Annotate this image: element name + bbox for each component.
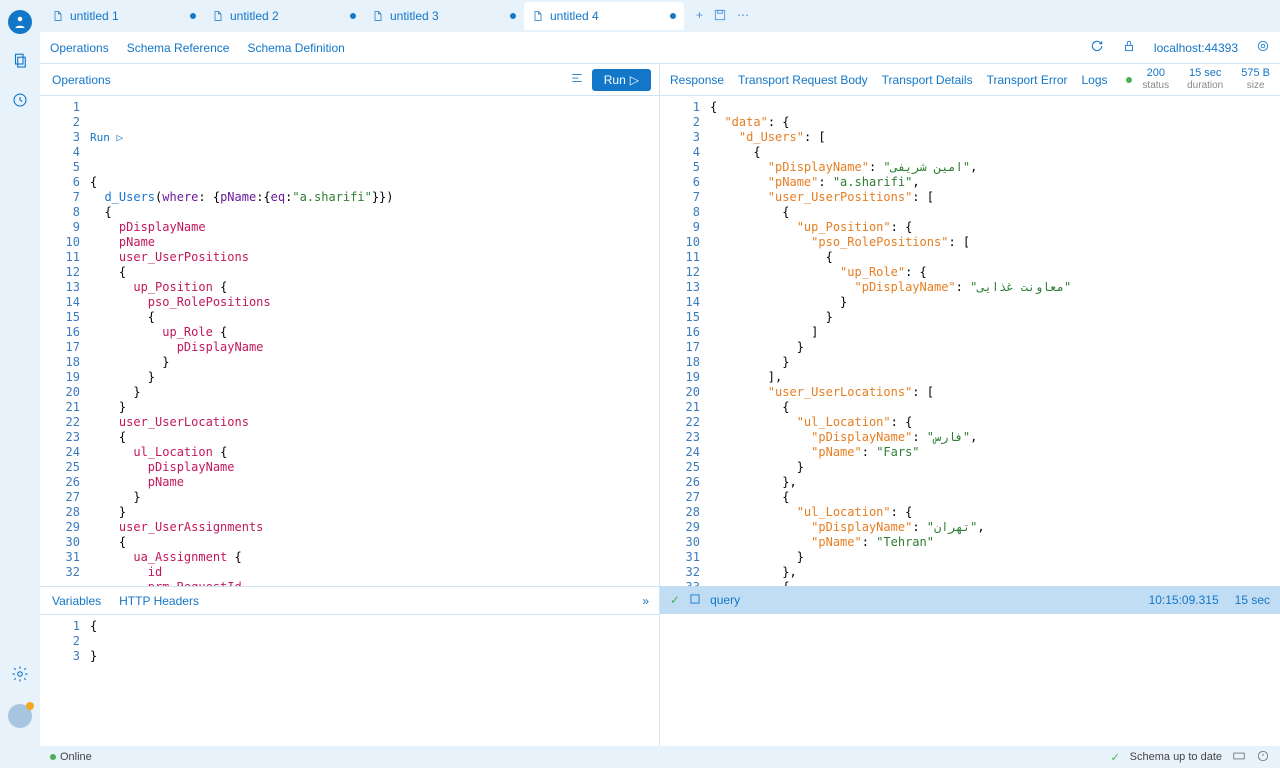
online-label: Online — [60, 751, 92, 763]
tab-http-headers[interactable]: HTTP Headers — [119, 594, 199, 608]
tab-3[interactable]: untitled 4 — [524, 2, 684, 30]
query-log-label: query — [710, 593, 740, 607]
tab-bar: untitled 1untitled 2untitled 3untitled 4… — [40, 0, 1280, 32]
query-log-time: 10:15:09.315 — [1149, 593, 1219, 607]
response-viewer[interactable]: 1234567891011121314151617181920212223242… — [660, 96, 1280, 586]
tab-transport-error[interactable]: Transport Error — [987, 73, 1068, 87]
variables-editor[interactable]: 123 { } — [40, 615, 659, 746]
settings-icon[interactable] — [11, 665, 29, 686]
online-indicator-icon — [50, 754, 56, 760]
activity-bar — [0, 0, 40, 768]
schema-status-icon: ✓ — [1110, 751, 1119, 764]
feedback-icon[interactable] — [1256, 749, 1270, 766]
lock-icon — [1122, 39, 1136, 56]
keyboard-icon[interactable] — [1232, 749, 1246, 766]
endpoint-label[interactable]: localhost:44393 — [1154, 41, 1238, 55]
status-stat: 200status — [1126, 67, 1169, 92]
schema-status-label: Schema up to date — [1130, 751, 1222, 763]
endpoint-settings-icon[interactable] — [1256, 39, 1270, 56]
tab-response[interactable]: Response — [670, 73, 724, 87]
document-tabs: Operations Schema Reference Schema Defin… — [40, 32, 1280, 64]
tab-operations[interactable]: Operations — [50, 41, 109, 55]
op-icon — [688, 592, 702, 609]
tab-0[interactable]: untitled 1 — [44, 2, 204, 30]
tab-logs[interactable]: Logs — [1082, 73, 1108, 87]
query-log-empty — [660, 614, 1280, 746]
documents-icon[interactable] — [11, 52, 29, 73]
query-log-bar[interactable]: ✓ query 10:15:09.315 15 sec — [660, 586, 1280, 614]
tab-variables[interactable]: Variables — [52, 594, 101, 608]
format-icon[interactable] — [570, 71, 584, 88]
status-bar: Online ✓ Schema up to date — [40, 746, 1280, 768]
operations-header: Operations — [52, 73, 111, 87]
history-icon[interactable] — [11, 91, 29, 112]
collapse-icon[interactable]: » — [642, 594, 649, 608]
size-stat: 575 Bsize — [1241, 67, 1270, 92]
response-pane: Response Transport Request Body Transpor… — [660, 64, 1280, 746]
tab-schema-reference[interactable]: Schema Reference — [127, 41, 230, 55]
run-indicator[interactable]: Run ▷ — [90, 130, 659, 145]
tab-2[interactable]: untitled 3 — [364, 2, 524, 30]
tab-transport-details[interactable]: Transport Details — [882, 73, 973, 87]
duration-stat: 15 secduration — [1187, 67, 1223, 92]
save-tab-icon[interactable] — [713, 8, 727, 25]
tab-schema-definition[interactable]: Schema Definition — [247, 41, 344, 55]
refresh-icon[interactable] — [1090, 39, 1104, 56]
app-logo-icon — [8, 10, 32, 34]
query-log-duration: 15 sec — [1235, 593, 1270, 607]
run-button[interactable]: Run ▷ — [592, 69, 651, 91]
user-avatar[interactable] — [8, 704, 32, 728]
more-tabs-icon[interactable]: ⋯ — [737, 8, 749, 25]
tab-request-body[interactable]: Transport Request Body — [738, 73, 868, 87]
new-tab-icon[interactable]: + — [696, 8, 703, 25]
success-icon: ✓ — [670, 593, 680, 607]
query-editor[interactable]: 1234567891011121314151617181920212223242… — [40, 96, 659, 586]
tab-1[interactable]: untitled 2 — [204, 2, 364, 30]
query-pane: Operations Run ▷ 12345678910111213141516… — [40, 64, 660, 746]
